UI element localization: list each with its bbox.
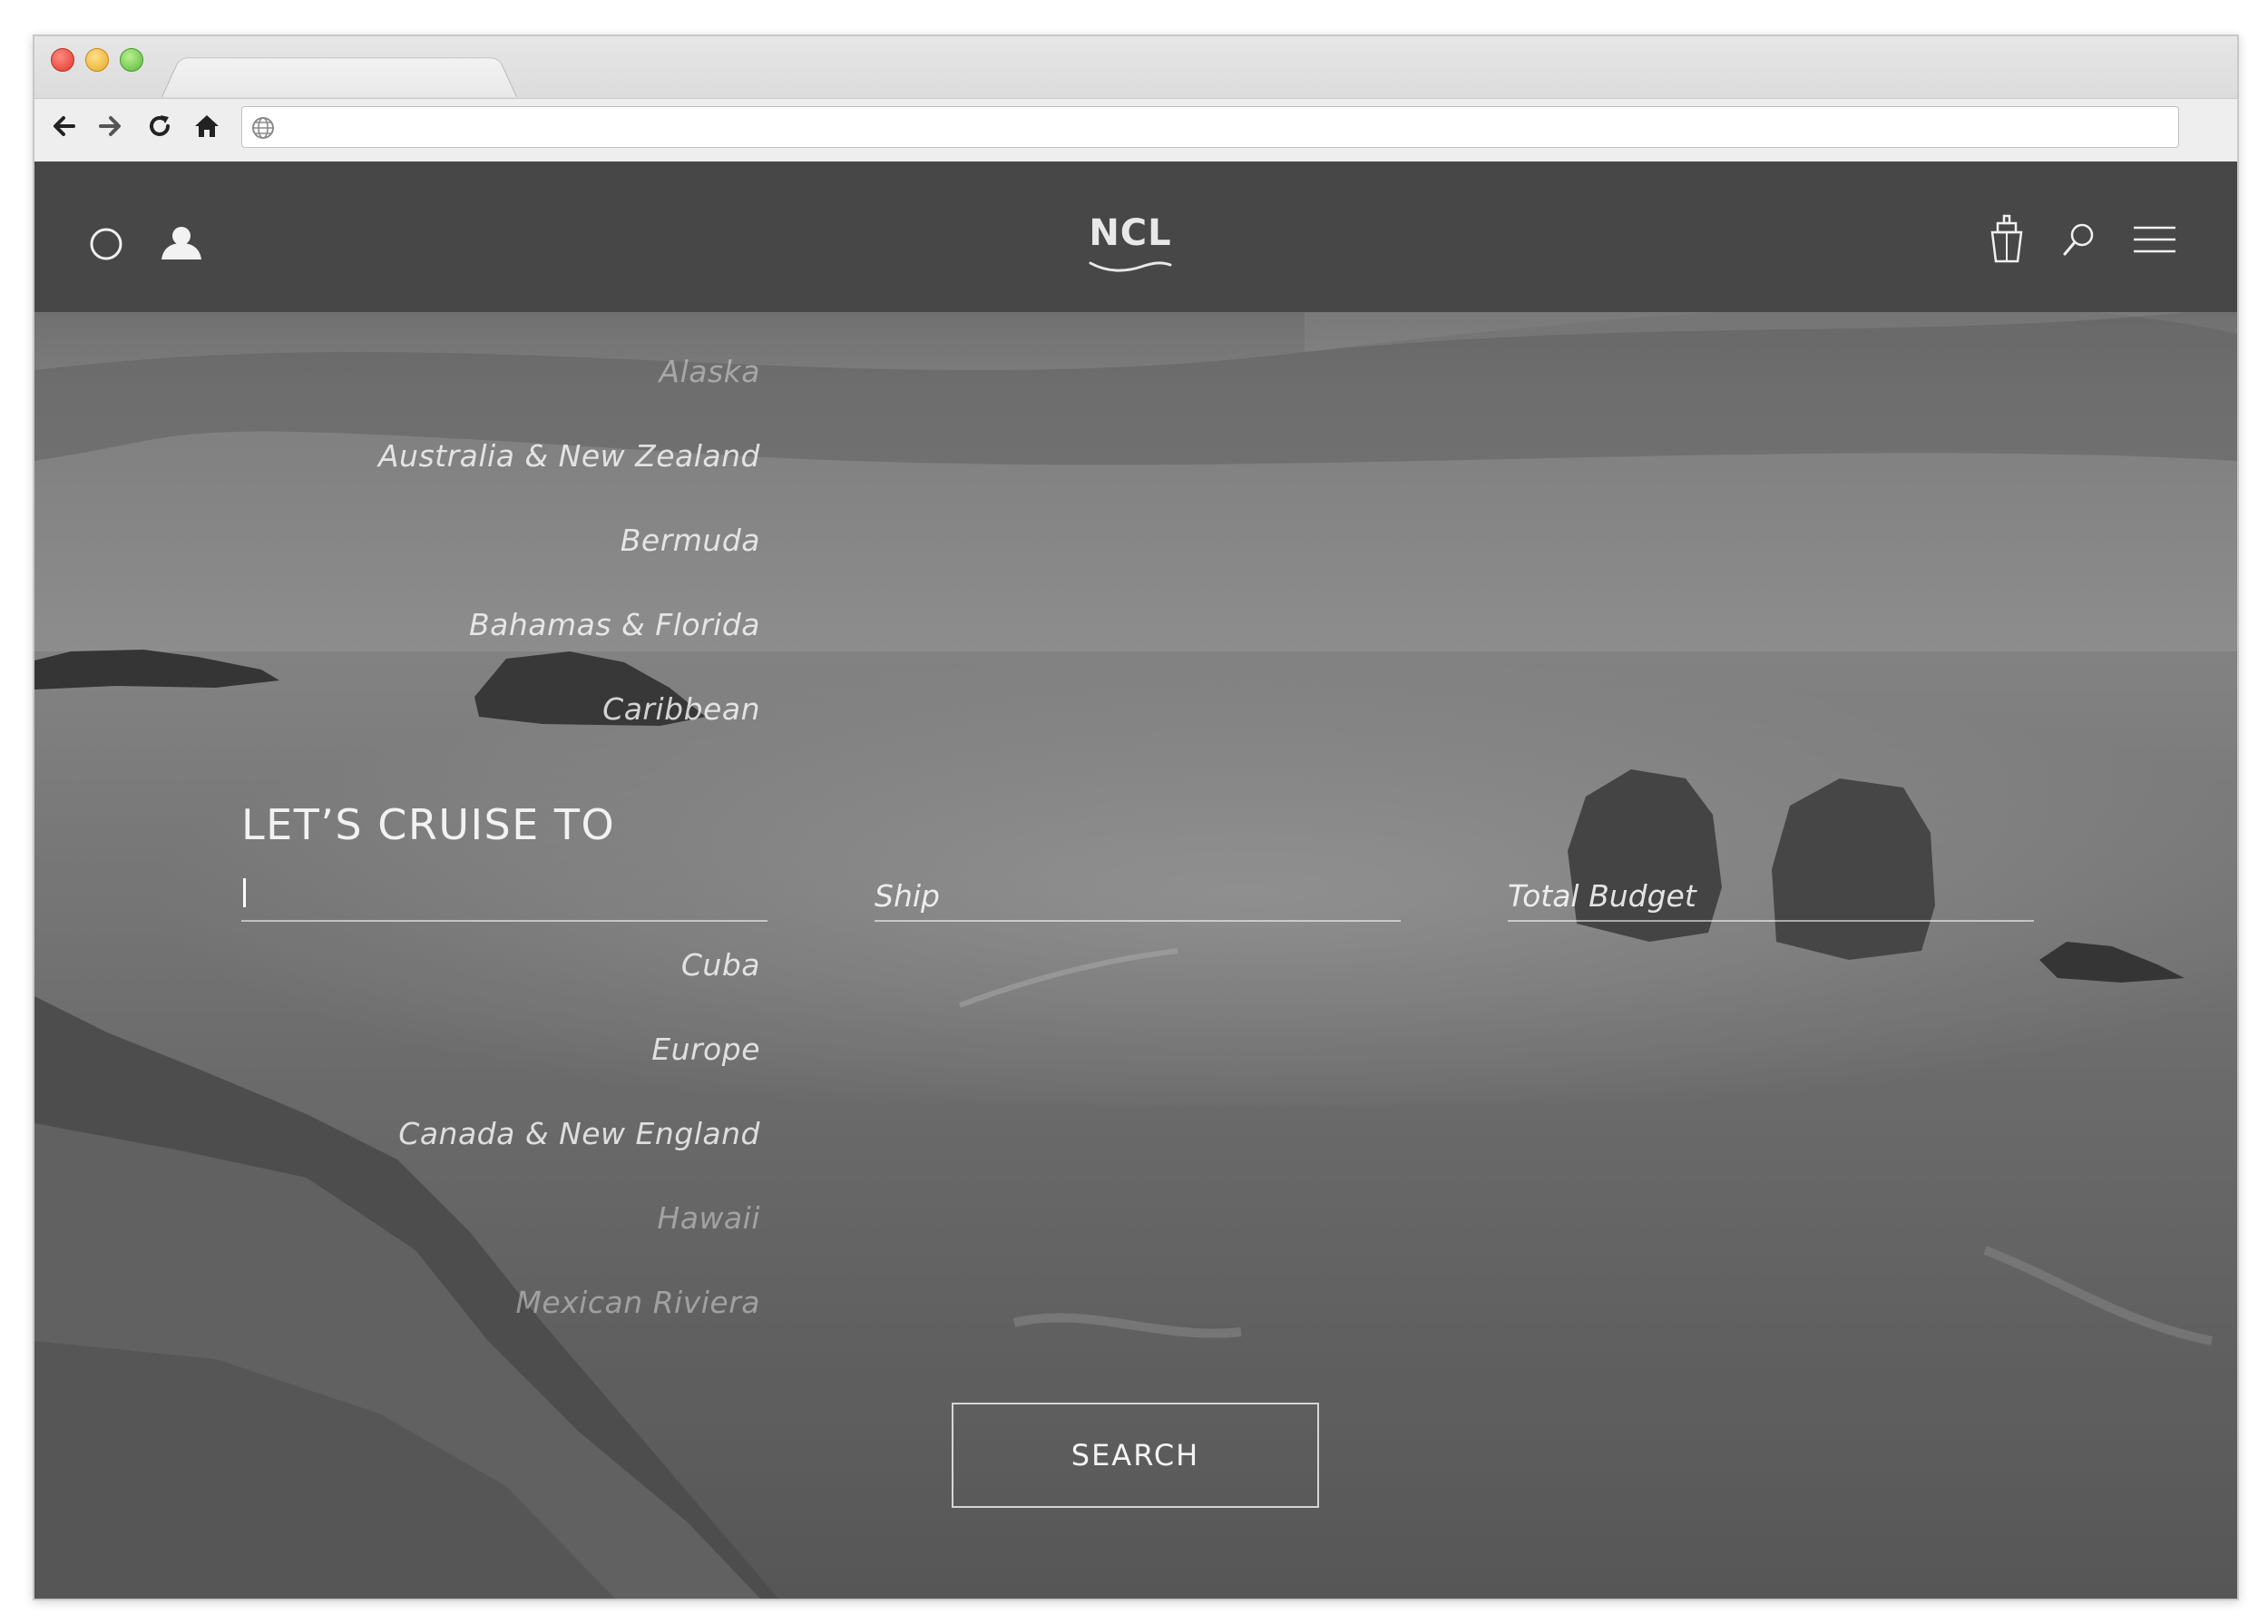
destination-option[interactable]: Alaska [660, 354, 761, 389]
cruise-search-title: LET’S CRUISE TO [241, 800, 616, 849]
cruise-ship-icon[interactable] [1987, 214, 2027, 265]
destination-option[interactable]: Caribbean [602, 691, 760, 727]
destination-option[interactable]: Bermuda [621, 523, 760, 558]
total-budget-input[interactable]: Total Budget [1508, 860, 2034, 922]
destination-option[interactable]: Bahamas & Florida [469, 607, 760, 642]
hamburger-menu-icon[interactable] [2132, 225, 2177, 254]
logo-text: NCL [1089, 212, 1172, 254]
text-caret [243, 878, 246, 907]
destination-input[interactable] [241, 860, 767, 922]
close-window-button[interactable] [51, 48, 74, 72]
back-arrow-icon [54, 116, 75, 136]
total-budget-placeholder: Total Budget [1508, 878, 1696, 914]
web-page: NCL Alaska Australia & New Zealand Bermu… [34, 161, 2237, 1599]
destination-option[interactable]: Australia & New Zealand [378, 438, 760, 474]
ship-input[interactable]: Ship [875, 860, 1401, 922]
reload-button[interactable] [143, 110, 176, 142]
browser-window: NCL Alaska Australia & New Zealand Bermu… [33, 34, 2239, 1600]
reload-icon [150, 115, 170, 136]
minimize-window-button[interactable] [85, 48, 109, 72]
circle-icon[interactable] [89, 227, 123, 261]
home-button[interactable] [191, 110, 223, 142]
maximize-window-button[interactable] [120, 48, 143, 72]
globe-icon [252, 117, 274, 139]
forward-button[interactable] [94, 110, 127, 142]
search-button-label: SEARCH [1070, 1438, 1200, 1472]
destination-option[interactable]: Cuba [681, 947, 760, 983]
search-icon[interactable] [2061, 221, 2097, 258]
search-button[interactable]: SEARCH [952, 1403, 1319, 1508]
browser-chrome [34, 36, 2237, 162]
forward-arrow-icon [99, 116, 121, 136]
back-button[interactable] [47, 110, 80, 142]
user-account-icon[interactable] [160, 225, 203, 261]
destination-option[interactable]: Mexican Riviera [515, 1285, 760, 1320]
ship-input-placeholder: Ship [875, 878, 940, 914]
logo-wave-icon [1089, 261, 1172, 272]
destination-option[interactable]: Canada & New England [398, 1116, 760, 1151]
home-icon [195, 115, 219, 137]
destination-option[interactable]: Europe [651, 1032, 760, 1067]
browser-tab[interactable] [161, 57, 517, 97]
ncl-logo[interactable]: NCL [1085, 212, 1176, 276]
site-header: NCL [34, 161, 2237, 312]
destination-option[interactable]: Hawaii [657, 1200, 760, 1236]
address-bar[interactable] [241, 106, 2179, 148]
browser-toolbar [34, 98, 2237, 162]
